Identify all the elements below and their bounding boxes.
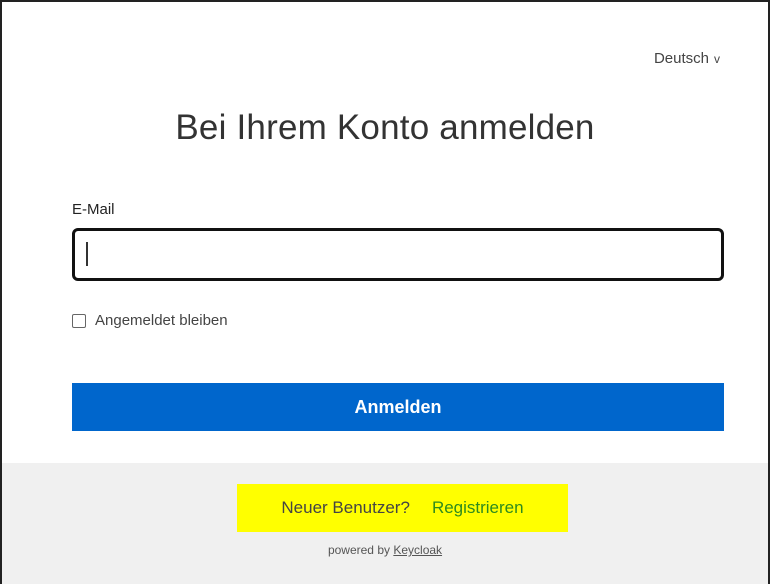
remember-me-label: Angemeldet bleiben [95, 312, 228, 329]
text-caret [86, 242, 88, 266]
register-highlight: Neuer Benutzer? Registrieren [237, 484, 568, 532]
email-field[interactable] [72, 228, 724, 281]
remember-me-checkbox-row[interactable]: Angemeldet bleiben [72, 312, 228, 329]
login-button[interactable]: Anmelden [72, 383, 724, 431]
powered-by-text: powered by Keycloak [0, 543, 770, 557]
new-user-text: Neuer Benutzer? [281, 498, 410, 517]
chevron-down-icon: v [714, 51, 720, 66]
register-link[interactable]: Registrieren [432, 498, 524, 518]
email-label: E-Mail [72, 201, 115, 218]
language-label: Deutsch [653, 50, 709, 67]
frame-top-border [0, 0, 770, 2]
remember-me-checkbox[interactable] [72, 313, 86, 328]
page-title: Bei Ihrem Konto anmelden [175, 108, 595, 147]
language-selector[interactable]: Deutsch v [654, 50, 720, 67]
powered-by-label: powered by [327, 543, 390, 557]
keycloak-link[interactable]: Keycloak [393, 543, 442, 557]
